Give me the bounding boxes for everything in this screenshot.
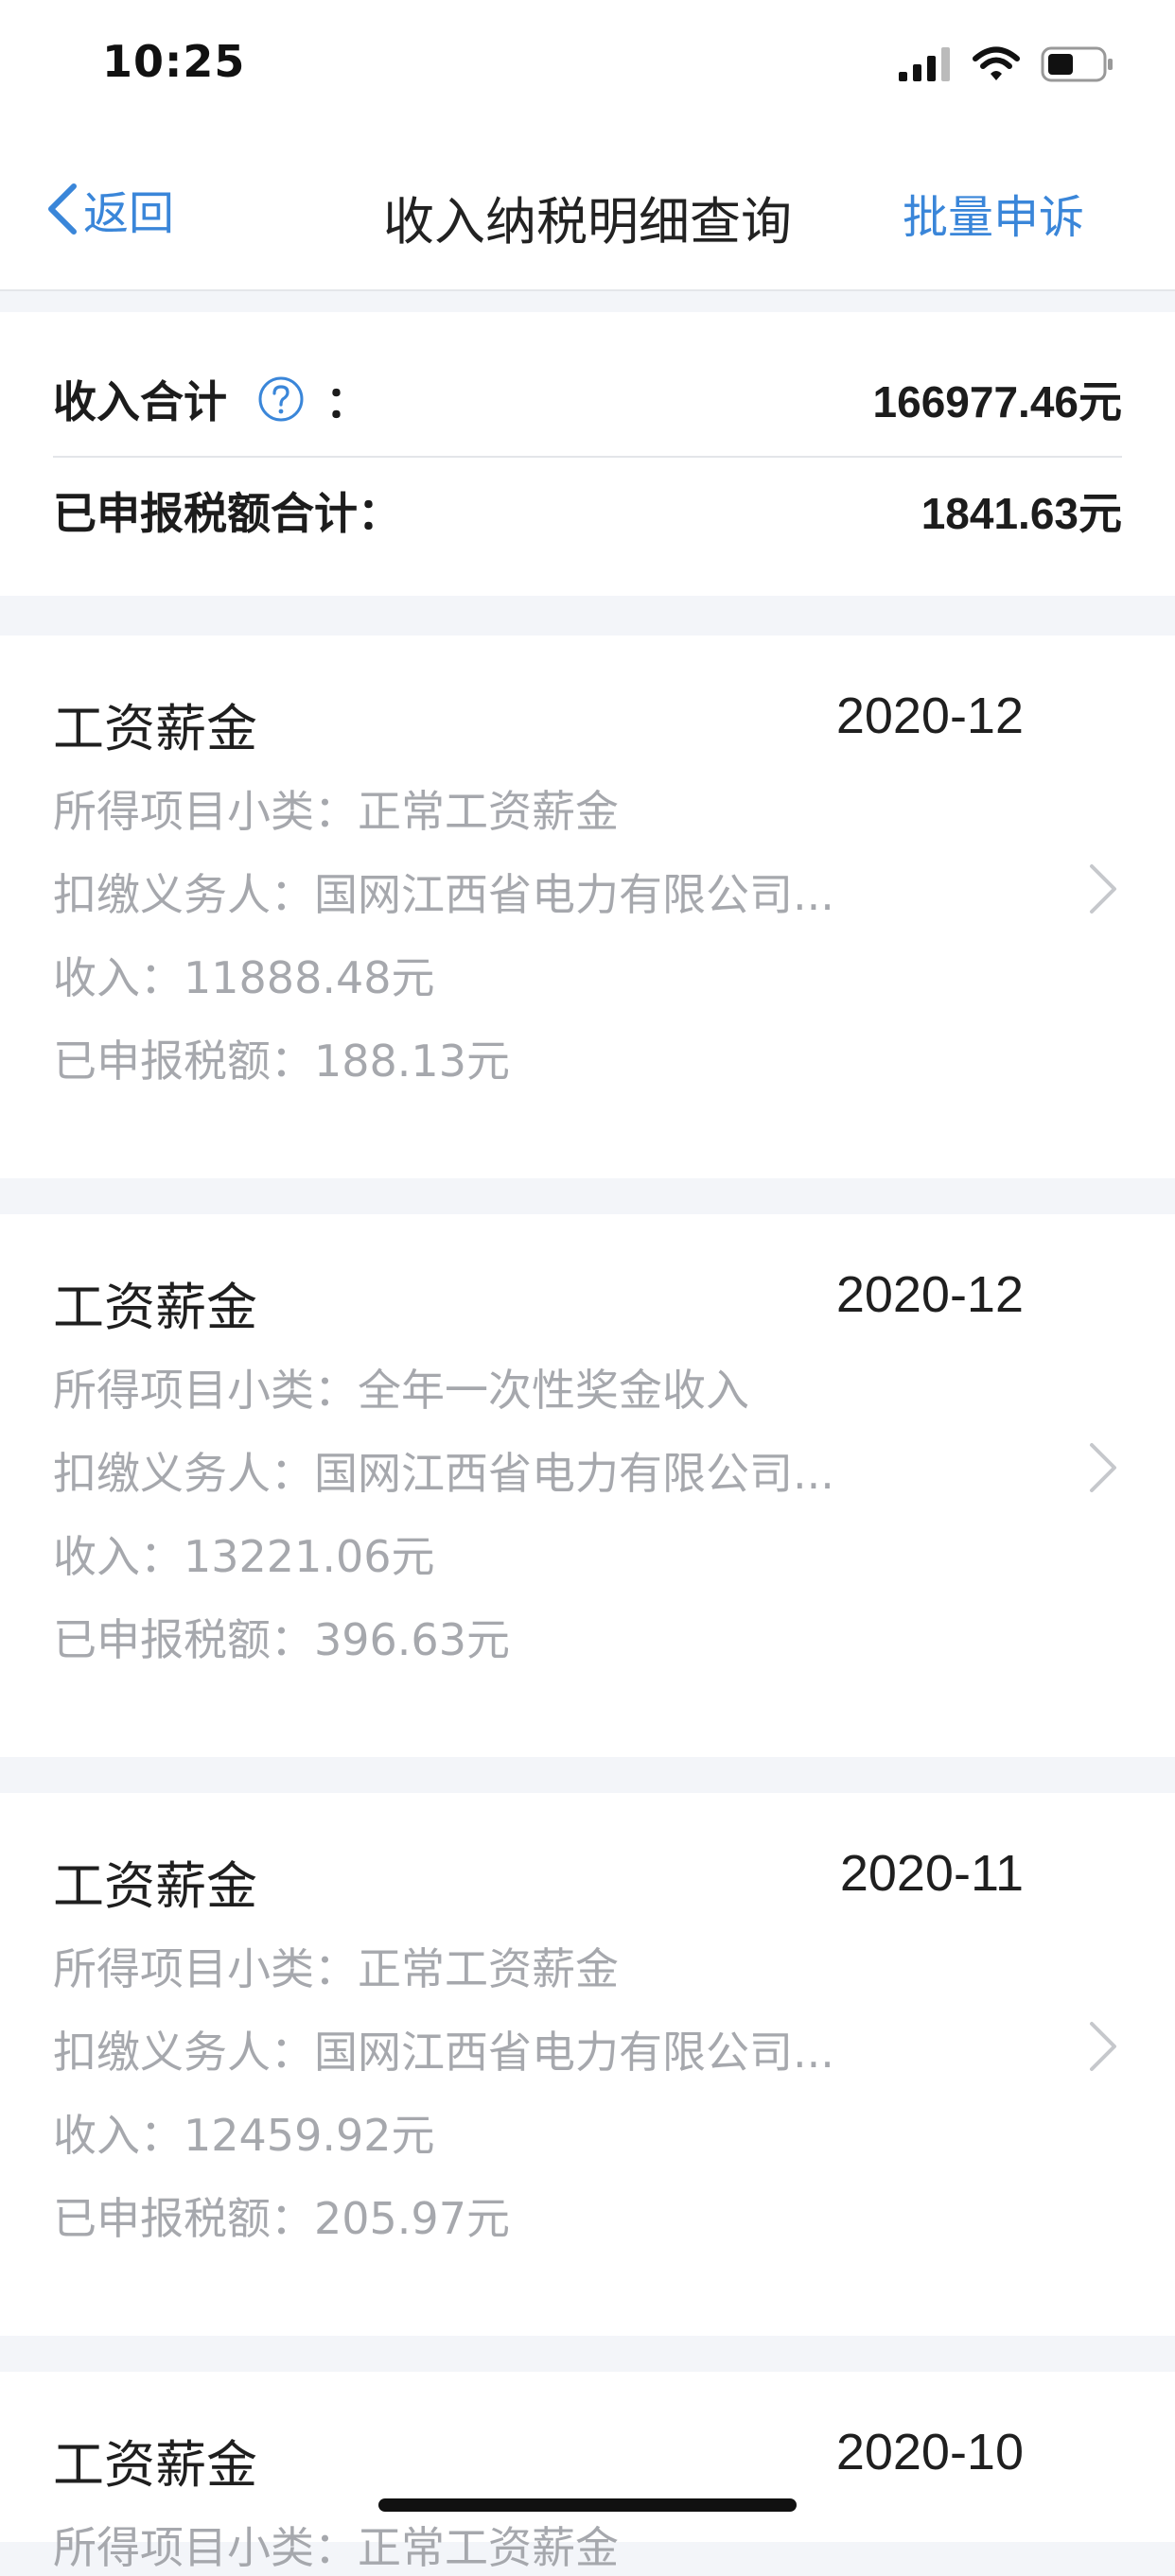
status-time: 10:25 — [102, 36, 246, 87]
record-card[interactable]: 工资薪金 2020-12 所得项目小类：正常工资薪金 扣缴义务人：国网江西省电力… — [0, 635, 1175, 1178]
tax-total-row: 已申报税额合计： 1841.63元 — [53, 463, 1122, 558]
record-card[interactable]: 工资薪金 2020-10 所得项目小类：正常工资薪金 — [0, 2372, 1175, 2573]
record-subcategory: 所得项目小类：正常工资薪金 — [53, 786, 619, 837]
record-date: 2020-10 — [835, 2424, 1024, 2480]
nav-bar: 返回 收入纳税明细查询 批量申诉 — [0, 132, 1175, 291]
tax-total-value: 1841.63元 — [921, 489, 1122, 538]
battery-icon — [1041, 46, 1113, 82]
record-payer: 扣缴义务人：国网江西省电力有限公司... — [53, 1448, 834, 1499]
income-total-row: 收入合计 ： 166977.46元 — [53, 352, 1122, 446]
record-subcategory: 所得项目小类：正常工资薪金 — [53, 1943, 619, 1994]
wifi-icon — [973, 46, 1020, 80]
question-circle-icon[interactable] — [257, 375, 305, 423]
summary-card: 收入合计 ： 166977.46元 已申报税额合计： 1841.63元 — [0, 312, 1175, 596]
record-tax: 已申报税额：205.97元 — [53, 2193, 510, 2244]
cellular-signal-icon — [899, 47, 950, 81]
chevron-right-icon — [1090, 864, 1116, 914]
record-title: 工资薪金 — [53, 1278, 257, 1337]
record-subcategory: 所得项目小类：正常工资薪金 — [53, 2522, 619, 2573]
income-total-label: 收入合计 — [53, 376, 227, 427]
record-title: 工资薪金 — [53, 2435, 257, 2495]
record-tax: 已申报税额：396.63元 — [53, 1614, 510, 1665]
divider — [53, 456, 1122, 458]
record-date: 2020-12 — [835, 688, 1024, 744]
home-indicator — [378, 2498, 797, 2512]
record-tax: 已申报税额：188.13元 — [53, 1036, 510, 1087]
record-income: 收入：13221.06元 — [53, 1531, 435, 1582]
record-title: 工资薪金 — [53, 1856, 257, 1916]
record-income: 收入：12459.92元 — [53, 2110, 435, 2161]
batch-appeal-button[interactable]: 批量申诉 — [903, 180, 1084, 246]
record-card[interactable]: 工资薪金 2020-11 所得项目小类：正常工资薪金 扣缴义务人：国网江西省电力… — [0, 1793, 1175, 2336]
record-title: 工资薪金 — [53, 699, 257, 758]
status-bar: 10:25 — [0, 0, 1175, 132]
income-total-value: 166977.46元 — [872, 377, 1122, 426]
income-total-colon: ： — [325, 376, 369, 427]
record-payer: 扣缴义务人：国网江西省电力有限公司... — [53, 2027, 834, 2078]
record-income: 收入：11888.48元 — [53, 952, 435, 1003]
chevron-right-icon — [1090, 1443, 1116, 1492]
record-card[interactable]: 工资薪金 2020-12 所得项目小类：全年一次性奖金收入 扣缴义务人：国网江西… — [0, 1214, 1175, 1757]
record-payer: 扣缴义务人：国网江西省电力有限公司... — [53, 869, 834, 920]
status-icons — [899, 44, 1114, 85]
record-date: 2020-12 — [835, 1266, 1024, 1323]
record-date: 2020-11 — [839, 1845, 1024, 1902]
tax-total-label: 已申报税额合计： — [53, 488, 401, 539]
record-subcategory: 所得项目小类：全年一次性奖金收入 — [53, 1365, 749, 1416]
chevron-right-icon — [1090, 2022, 1116, 2071]
